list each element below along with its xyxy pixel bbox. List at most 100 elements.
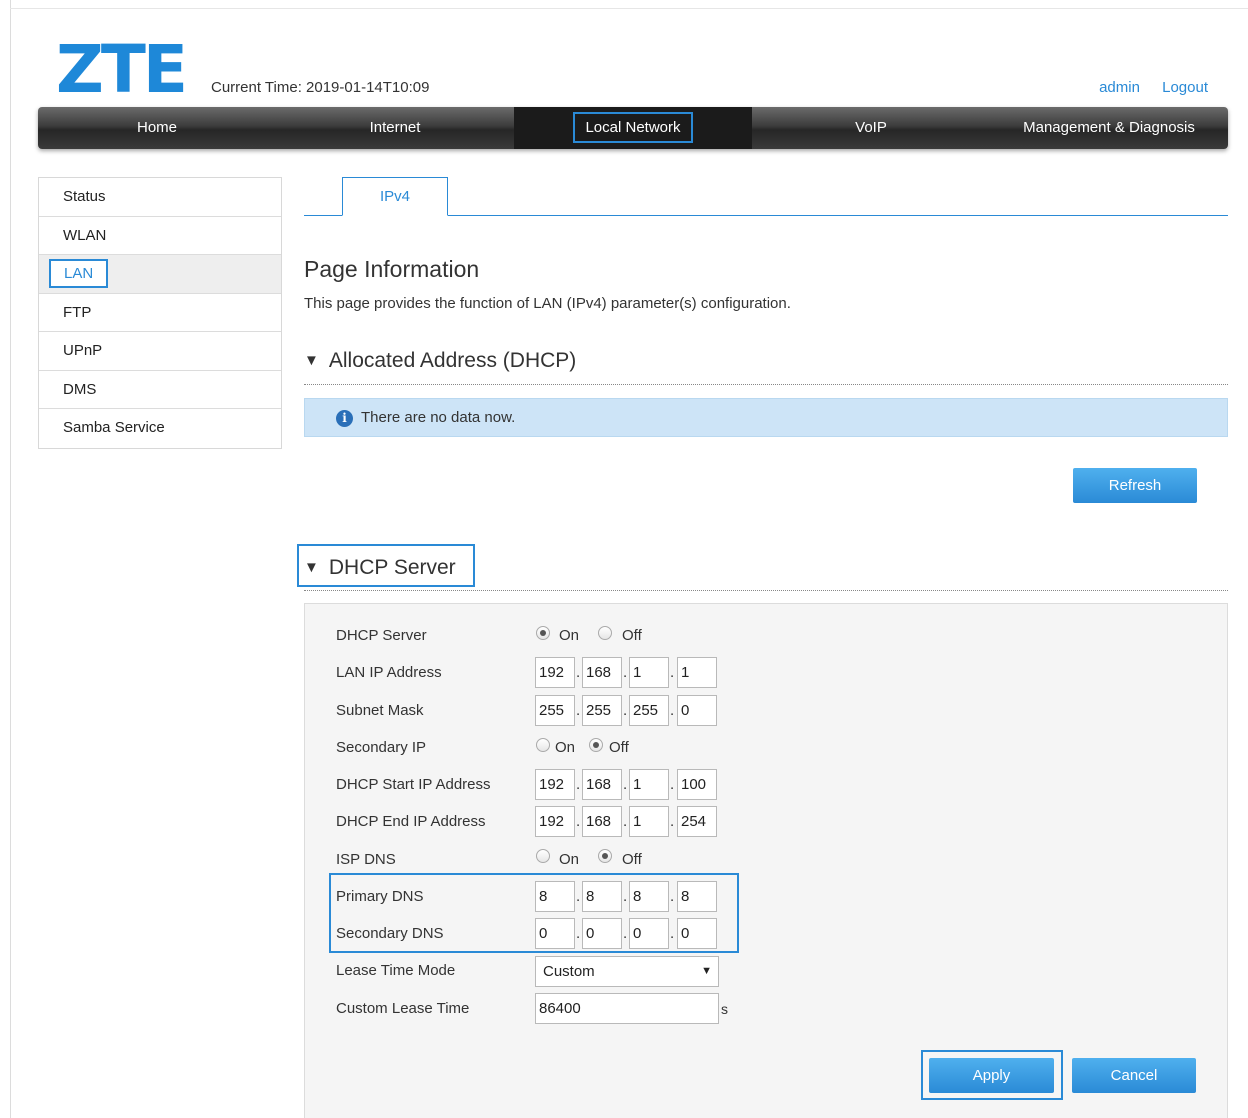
info-icon: i	[336, 410, 353, 427]
lan-ip-label: LAN IP Address	[336, 664, 442, 681]
isp-dns-on-label: On	[559, 851, 580, 868]
ip-dot: .	[576, 813, 581, 830]
ip-dot: .	[670, 702, 675, 719]
isp-dns-off-label: Off	[622, 851, 642, 868]
main-nav: Home Internet Local Network VoIP Managem…	[38, 107, 1228, 149]
nav-voip[interactable]: VoIP	[752, 107, 990, 149]
lan-ip-octet-3[interactable]: 1	[629, 657, 669, 688]
end-ip-octet-2[interactable]: 168	[582, 806, 622, 837]
nav-home[interactable]: Home	[38, 107, 276, 149]
dhcp-server-on-label: On	[559, 627, 580, 644]
nav-home-label: Home	[136, 119, 177, 136]
sidebar-item-upnp[interactable]: UPnP	[39, 332, 281, 371]
subnet-octet-3[interactable]: 255	[629, 695, 669, 726]
current-time: Current Time: 2019-01-14T10:09	[211, 79, 430, 96]
dhcp-server-on-radio[interactable]	[536, 626, 550, 640]
dhcp-start-ip-label: DHCP Start IP Address	[336, 776, 491, 793]
section-divider	[304, 590, 1228, 591]
subnet-octet-1[interactable]: 255	[535, 695, 575, 726]
sidebar-item-lan[interactable]: LAN	[39, 255, 281, 294]
sidebar-item-dms[interactable]: DMS	[39, 371, 281, 409]
nav-local-network[interactable]: Local Network	[514, 107, 752, 149]
window-border	[10, 0, 11, 1118]
tab-ipv4[interactable]: IPv4	[342, 177, 448, 216]
ip-dot: .	[623, 776, 628, 793]
subnet-octet-4[interactable]: 0	[677, 695, 717, 726]
sidebar-item-wlan[interactable]: WLAN	[39, 217, 281, 255]
lease-time-mode-select[interactable]: Custom ▼	[535, 956, 719, 987]
collapse-triangle-icon: ▼	[304, 352, 319, 369]
sidebar-item-label: WLAN	[63, 226, 107, 244]
lan-ip-octet-2[interactable]: 168	[582, 657, 622, 688]
nav-internet[interactable]: Internet	[276, 107, 514, 149]
refresh-button[interactable]: Refresh	[1073, 468, 1197, 503]
lease-time-mode-label: Lease Time Mode	[336, 962, 456, 979]
ip-dot: .	[623, 813, 628, 830]
sidebar-item-label: LAN	[49, 259, 109, 288]
sidebar-item-label: Status	[63, 188, 106, 205]
start-ip-octet-4[interactable]: 100	[677, 769, 717, 800]
nav-voip-label: VoIP	[855, 119, 887, 136]
isp-dns-label: ISP DNS	[336, 851, 396, 868]
ip-dot: .	[623, 702, 628, 719]
lease-time-unit: s	[721, 1001, 728, 1017]
lan-ip-octet-4[interactable]: 1	[677, 657, 717, 688]
custom-lease-time-label: Custom Lease Time	[336, 1000, 470, 1017]
ip-dot: .	[670, 664, 675, 681]
isp-dns-on-radio[interactable]	[536, 849, 550, 863]
sidebar-item-samba-service[interactable]: Samba Service	[39, 409, 281, 448]
info-message: i There are no data now.	[304, 398, 1228, 437]
lan-ip-octet-1[interactable]: 192	[535, 657, 575, 688]
sidebar-item-ftp[interactable]: FTP	[39, 294, 281, 332]
sidebar-item-label: DMS	[63, 380, 97, 398]
dhcp-server-off-radio[interactable]	[598, 626, 612, 640]
info-text: There are no data now.	[361, 409, 516, 426]
zte-logo: ZTE	[56, 31, 188, 108]
secondary-ip-on-label: On	[555, 739, 576, 756]
section-divider	[304, 384, 1228, 385]
sidebar-item-label: Samba Service	[63, 419, 165, 436]
ip-dot: .	[576, 702, 581, 719]
sidebar-item-status[interactable]: Status	[39, 178, 281, 217]
subnet-octet-2[interactable]: 255	[582, 695, 622, 726]
admin-link[interactable]: admin	[1099, 79, 1140, 96]
ip-dot: .	[670, 776, 675, 793]
end-ip-octet-3[interactable]: 1	[629, 806, 669, 837]
secondary-ip-on-radio[interactable]	[536, 738, 550, 752]
dhcp-server-off-label: Off	[622, 627, 642, 644]
highlight-dhcp-header	[297, 544, 475, 587]
sidebar-item-label: FTP	[63, 303, 92, 321]
dhcp-end-ip-label: DHCP End IP Address	[336, 813, 486, 830]
allocated-section-header[interactable]: ▼ Allocated Address (DHCP)	[304, 349, 576, 373]
ip-dot: .	[576, 776, 581, 793]
highlight-apply-button	[921, 1050, 1063, 1100]
start-ip-octet-1[interactable]: 192	[535, 769, 575, 800]
end-ip-octet-1[interactable]: 192	[535, 806, 575, 837]
isp-dns-off-radio[interactable]	[598, 849, 612, 863]
dhcp-server-label: DHCP Server	[336, 627, 427, 644]
nav-internet-label: Internet	[369, 119, 421, 136]
window-border-top	[10, 8, 1248, 9]
secondary-ip-off-label: Off	[609, 739, 629, 756]
page-description: This page provides the function of LAN (…	[304, 295, 791, 312]
secondary-ip-off-radio[interactable]	[589, 738, 603, 752]
allocated-section-title: Allocated Address (DHCP)	[328, 349, 577, 372]
page-title: Page Information	[304, 256, 480, 282]
start-ip-octet-3[interactable]: 1	[629, 769, 669, 800]
logout-link[interactable]: Logout	[1162, 79, 1208, 96]
dropdown-arrow-icon: ▼	[701, 965, 712, 977]
nav-management-label: Management & Diagnosis	[1023, 119, 1195, 136]
end-ip-octet-4[interactable]: 254	[677, 806, 717, 837]
subnet-mask-label: Subnet Mask	[336, 702, 424, 719]
start-ip-octet-2[interactable]: 168	[582, 769, 622, 800]
nav-management-diagnosis[interactable]: Management & Diagnosis	[990, 107, 1228, 149]
cancel-button[interactable]: Cancel	[1072, 1058, 1196, 1093]
secondary-ip-label: Secondary IP	[336, 739, 427, 756]
custom-lease-time-input[interactable]: 86400	[535, 993, 719, 1024]
highlight-dns-fields	[329, 873, 739, 953]
ip-dot: .	[623, 664, 628, 681]
ip-dot: .	[670, 813, 675, 830]
sidebar: Status WLAN LAN FTP UPnP DMS Samba Servi…	[38, 177, 282, 449]
nav-local-network-label: Local Network	[573, 112, 693, 143]
ip-dot: .	[576, 664, 581, 681]
